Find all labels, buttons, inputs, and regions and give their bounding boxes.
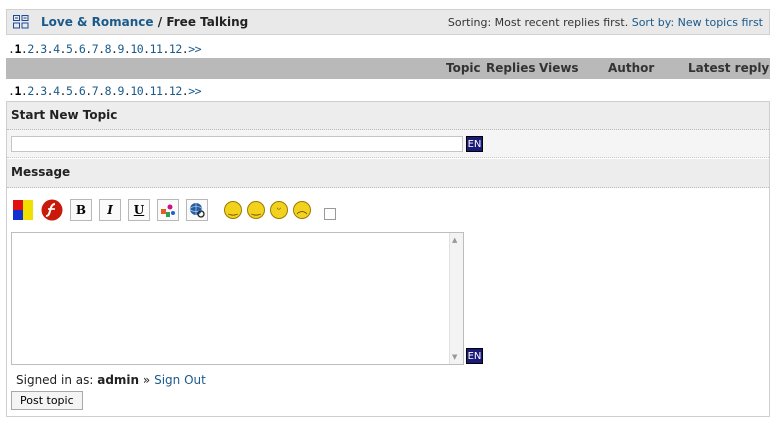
breadcrumb-separator: / xyxy=(157,15,163,29)
message-scrollbar[interactable]: ▲ ▼ xyxy=(449,233,463,364)
forum-icon xyxy=(13,15,29,29)
new-topic-panel: Start New Topic EN Message B I U ‿ ‿ ᵕ ︵… xyxy=(6,101,770,417)
signout-separator: » xyxy=(142,373,151,387)
page-link[interactable]: 12 xyxy=(169,84,182,98)
page-link[interactable]: 10 xyxy=(130,42,143,56)
sorting-label: Sorting: Most recent replies first. xyxy=(447,16,629,29)
color-icon[interactable] xyxy=(12,199,34,221)
start-topic-title: Start New Topic xyxy=(11,108,118,122)
page-link[interactable]: 11 xyxy=(150,84,163,98)
page-link[interactable]: 11 xyxy=(150,42,163,56)
message-header: Message xyxy=(7,159,769,188)
start-topic-header: Start New Topic xyxy=(7,102,769,130)
sign-out-link[interactable]: Sign Out xyxy=(154,373,206,387)
breadcrumb-current: Free Talking xyxy=(166,15,249,29)
url-icon[interactable] xyxy=(186,199,208,221)
topic-table-header: Topic Replies Views Author Latest reply xyxy=(6,58,770,79)
underline-button[interactable]: U xyxy=(128,199,150,221)
tongue-icon[interactable]: ᵕ xyxy=(270,201,288,219)
page-link[interactable]: 10 xyxy=(130,84,143,98)
smilies-checkbox[interactable] xyxy=(324,208,336,220)
happy-icon[interactable]: ‿ xyxy=(247,201,265,219)
pagination-bottom: .1.2.3.4.5.6.7.8.9.10.11.12.>> xyxy=(8,84,202,98)
bold-button[interactable]: B xyxy=(70,199,92,221)
signed-in-label: Signed in as: xyxy=(16,373,94,387)
scroll-up-icon[interactable]: ▲ xyxy=(452,236,457,244)
post-topic-button[interactable]: Post topic xyxy=(11,391,83,410)
message-lang-badge[interactable]: EN xyxy=(466,348,483,364)
flash-icon[interactable] xyxy=(41,199,63,221)
message-title: Message xyxy=(11,165,71,179)
scroll-down-icon[interactable]: ▼ xyxy=(452,353,457,361)
signed-in-info: Signed in as: admin » Sign Out xyxy=(16,373,206,387)
italic-button[interactable]: I xyxy=(99,199,121,221)
column-topic[interactable]: Topic xyxy=(446,61,481,75)
column-replies[interactable]: Replies xyxy=(486,61,535,75)
subject-input[interactable] xyxy=(11,136,463,152)
page-next-link[interactable]: >> xyxy=(188,42,201,56)
column-views[interactable]: Views xyxy=(539,61,579,75)
page-link[interactable]: 12 xyxy=(169,42,182,56)
username: admin xyxy=(97,373,140,387)
forum-header-bar: Love & Romance / Free Talking Sorting: M… xyxy=(6,9,770,35)
breadcrumb-forum-link[interactable]: Love & Romance xyxy=(41,15,154,29)
column-author[interactable]: Author xyxy=(608,61,654,75)
sad-icon[interactable]: ︵ xyxy=(293,201,311,219)
breadcrumb: Love & Romance / Free Talking xyxy=(41,15,248,29)
image-icon[interactable] xyxy=(157,199,179,221)
column-latest-reply[interactable]: Latest reply xyxy=(688,61,769,75)
sorting-info: Sorting: Most recent replies first. Sort… xyxy=(448,16,763,29)
message-textarea[interactable]: ▲ ▼ xyxy=(11,232,464,365)
page-next-link[interactable]: >> xyxy=(188,84,201,98)
subject-lang-badge[interactable]: EN xyxy=(466,136,483,152)
smile-icon[interactable]: ‿ xyxy=(224,201,242,219)
sort-by-new-topics-link[interactable]: Sort by: New topics first xyxy=(632,16,763,29)
pagination-top: .1.2.3.4.5.6.7.8.9.10.11.12.>> xyxy=(8,42,202,56)
